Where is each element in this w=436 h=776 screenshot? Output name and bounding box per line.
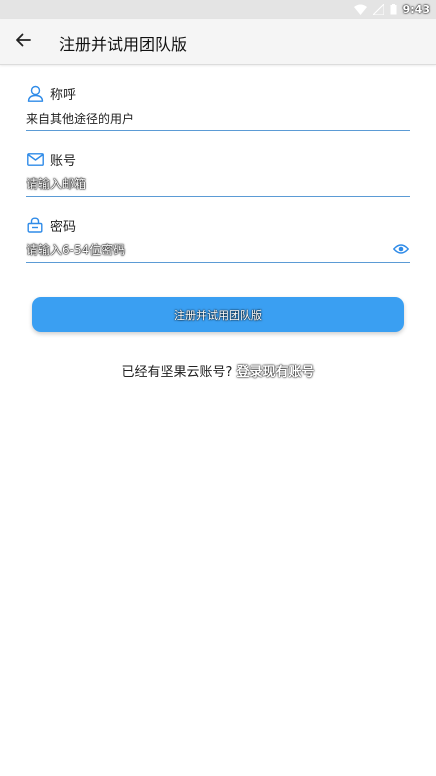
register-button[interactable]: 注册并试用团队版: [32, 297, 404, 332]
login-prompt: 已经有坚果云账号?: [121, 365, 233, 380]
lock-icon: [26, 216, 44, 234]
email-field: 账号: [26, 149, 410, 199]
name-field: 称呼: [26, 83, 410, 133]
app-bar: 注册并试用团队版: [0, 19, 436, 65]
register-button-label: 注册并试用团队版: [174, 308, 262, 322]
user-icon: [26, 84, 44, 102]
wifi-icon: [353, 0, 367, 19]
back-button[interactable]: [11, 30, 35, 54]
name-label-row: 称呼: [26, 83, 410, 103]
status-icons: 9:43: [353, 0, 430, 19]
battery-icon: [390, 0, 397, 19]
password-input[interactable]: [26, 239, 410, 261]
status-time: 9:43: [402, 3, 430, 16]
arrow-left-icon: [15, 32, 31, 52]
email-input[interactable]: [26, 173, 410, 195]
password-field: 密码: [26, 215, 410, 265]
password-label-row: 密码: [26, 215, 410, 235]
login-row: 已经有坚果云账号? 登录现有账号: [0, 361, 436, 380]
signal-icon: [371, 0, 385, 19]
password-visibility-toggle[interactable]: [392, 240, 410, 258]
eye-icon: [392, 240, 410, 259]
email-underline: [26, 196, 410, 197]
login-link[interactable]: 登录现有账号: [236, 361, 314, 380]
name-input[interactable]: [26, 107, 410, 129]
email-label-row: 账号: [26, 149, 410, 169]
page-title: 注册并试用团队版: [59, 35, 188, 54]
password-label: 密码: [50, 219, 77, 235]
status-bar: 9:43: [0, 0, 436, 19]
password-underline: [26, 262, 410, 263]
name-label: 称呼: [50, 87, 77, 103]
name-underline: [26, 130, 410, 131]
email-label: 账号: [50, 153, 77, 169]
mail-icon: [26, 150, 44, 168]
